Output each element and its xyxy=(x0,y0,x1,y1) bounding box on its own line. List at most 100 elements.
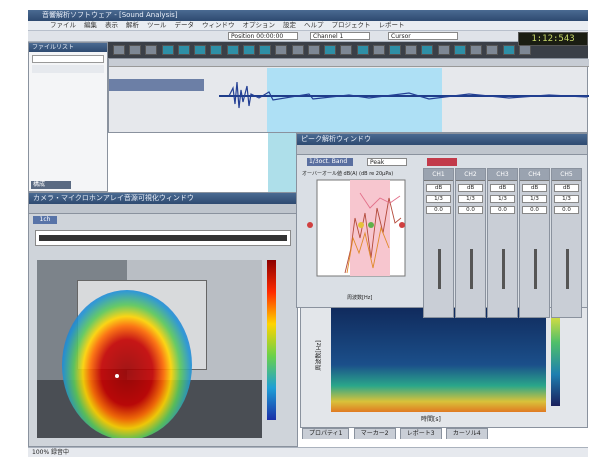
tab-cursor[interactable]: カーソル4 xyxy=(445,428,488,439)
camera-channel-tab[interactable]: 1ch xyxy=(33,216,57,224)
menu-options[interactable]: オプション xyxy=(243,21,276,30)
heatmap-outer xyxy=(62,290,192,438)
time-display-text: 1:12:543 xyxy=(531,34,575,44)
spectrogram-ylabel: 周波数[Hz] xyxy=(315,340,323,371)
channel-control[interactable]: CH3 dB 1/3 0.0 xyxy=(487,168,518,318)
tool-icon[interactable] xyxy=(226,45,239,55)
file-list-item[interactable] xyxy=(32,65,104,73)
spectrogram-image xyxy=(331,307,546,412)
tool-icon[interactable] xyxy=(324,45,337,55)
analysis-toolbar xyxy=(297,145,587,155)
channel-value[interactable]: 1/3 xyxy=(426,195,451,203)
tool-icon[interactable] xyxy=(242,45,255,55)
channel-slider[interactable] xyxy=(470,249,473,289)
tool-icon[interactable] xyxy=(307,45,320,55)
tool-icon[interactable] xyxy=(275,45,288,55)
tool-icon[interactable] xyxy=(210,45,223,55)
channel-value[interactable]: dB xyxy=(522,184,547,192)
tool-icon[interactable] xyxy=(453,45,466,55)
channel-value[interactable]: 1/3 xyxy=(554,195,579,203)
camera-view[interactable] xyxy=(37,260,262,438)
channel-control[interactable]: CH1 dB 1/3 0.0 xyxy=(423,168,454,318)
channel-slider[interactable] xyxy=(534,249,537,289)
spectrogram-svg xyxy=(331,307,546,412)
file-panel-title: ファイルリスト xyxy=(29,43,107,52)
channel-slider[interactable] xyxy=(566,249,569,289)
menu-tools[interactable]: ツール xyxy=(147,21,167,30)
position-field[interactable]: Position 00:00:00 xyxy=(228,32,298,40)
channel-control[interactable]: CH5 dB 1/3 0.0 xyxy=(551,168,582,318)
camera-timeline[interactable] xyxy=(35,230,291,246)
channel-value[interactable]: 0.0 xyxy=(458,206,483,214)
spectrogram-panel[interactable]: 周波数[Hz] 時間[s] xyxy=(300,300,588,428)
field-toolbar: Position 00:00:00 Channel 1 Cursor xyxy=(28,31,588,42)
tool-icon[interactable] xyxy=(356,45,369,55)
channel-value[interactable]: dB xyxy=(554,184,579,192)
channel-value[interactable]: 0.0 xyxy=(490,206,515,214)
tool-icon[interactable] xyxy=(340,45,353,55)
band-field[interactable]: 1/3oct. Band xyxy=(307,158,353,166)
plot-marker-red-right xyxy=(399,222,405,228)
menu-view[interactable]: 表示 xyxy=(105,21,118,30)
cursor-field[interactable]: Cursor xyxy=(388,32,458,40)
channel-value[interactable]: 0.0 xyxy=(522,206,547,214)
plot-xlabel: 周波数[Hz] xyxy=(347,295,373,301)
tool-icon[interactable] xyxy=(194,45,207,55)
channel-control[interactable]: CH4 dB 1/3 0.0 xyxy=(519,168,550,318)
channel-slider[interactable] xyxy=(438,249,441,289)
menu-file[interactable]: ファイル xyxy=(50,21,76,30)
file-list-item[interactable] xyxy=(32,55,104,63)
analysis-window[interactable]: ピーク解析ウィンドウ 1/3oct. Band Peak オーバーオール値 dB… xyxy=(296,133,588,318)
channel-value[interactable]: dB xyxy=(458,184,483,192)
channel-field[interactable]: Channel 1 xyxy=(310,32,370,40)
tool-icon[interactable] xyxy=(486,45,499,55)
menu-report[interactable]: レポート xyxy=(379,21,405,30)
menu-bar: ファイル 編集 表示 解析 ツール データ ウィンドウ オプション 設定 ヘルプ… xyxy=(28,21,588,31)
heat-peak-marker xyxy=(115,374,119,378)
tool-icon[interactable] xyxy=(145,45,158,55)
tool-icon[interactable] xyxy=(502,45,515,55)
waveform-view[interactable] xyxy=(108,58,589,133)
tab-report[interactable]: レポート3 xyxy=(399,428,442,439)
tool-icon[interactable] xyxy=(372,45,385,55)
channel-value[interactable]: 1/3 xyxy=(490,195,515,203)
timeline-track xyxy=(39,235,287,241)
channel-value[interactable]: 1/3 xyxy=(522,195,547,203)
menu-data[interactable]: データ xyxy=(175,21,195,30)
tool-icon[interactable] xyxy=(437,45,450,55)
menu-edit[interactable]: 編集 xyxy=(84,21,97,30)
menu-window[interactable]: ウィンドウ xyxy=(202,21,235,30)
record-indicator[interactable] xyxy=(427,158,457,166)
time-display: 1:12:543 xyxy=(518,32,588,46)
tool-icon[interactable] xyxy=(421,45,434,55)
peak-field[interactable]: Peak xyxy=(367,158,407,166)
tool-icon[interactable] xyxy=(405,45,418,55)
tool-icon[interactable] xyxy=(177,45,190,55)
tool-icon[interactable] xyxy=(259,45,272,55)
tool-icon[interactable] xyxy=(129,45,142,55)
tool-icon[interactable] xyxy=(518,45,531,55)
tool-icon[interactable] xyxy=(291,45,304,55)
icon-toolbar xyxy=(108,42,588,58)
menu-settings[interactable]: 設定 xyxy=(283,21,296,30)
channel-value[interactable]: 1/3 xyxy=(458,195,483,203)
tool-icon[interactable] xyxy=(113,45,125,55)
channel-value[interactable]: 0.0 xyxy=(554,206,579,214)
channel-slider[interactable] xyxy=(502,249,505,289)
tab-properties[interactable]: プロパティ1 xyxy=(302,428,350,439)
channel-value[interactable]: 0.0 xyxy=(426,206,451,214)
file-panel: ファイルリスト 構成 xyxy=(28,42,108,192)
plot-marker-yellow xyxy=(358,222,364,228)
tool-icon[interactable] xyxy=(470,45,483,55)
menu-analysis[interactable]: 解析 xyxy=(126,21,139,30)
menu-project[interactable]: プロジェクト xyxy=(332,21,371,30)
channel-control[interactable]: CH2 dB 1/3 0.0 xyxy=(455,168,486,318)
channel-value[interactable]: dB xyxy=(426,184,451,192)
tab-markers[interactable]: マーカー2 xyxy=(353,428,396,439)
channel-value[interactable]: dB xyxy=(490,184,515,192)
tool-icon[interactable] xyxy=(161,45,174,55)
analysis-window-title: ピーク解析ウィンドウ xyxy=(297,134,587,145)
camera-window[interactable]: カメラ・マイクロホンアレイ音源可視化ウィンドウ 1ch xyxy=(28,192,298,447)
tool-icon[interactable] xyxy=(388,45,401,55)
menu-help[interactable]: ヘルプ xyxy=(304,21,324,30)
